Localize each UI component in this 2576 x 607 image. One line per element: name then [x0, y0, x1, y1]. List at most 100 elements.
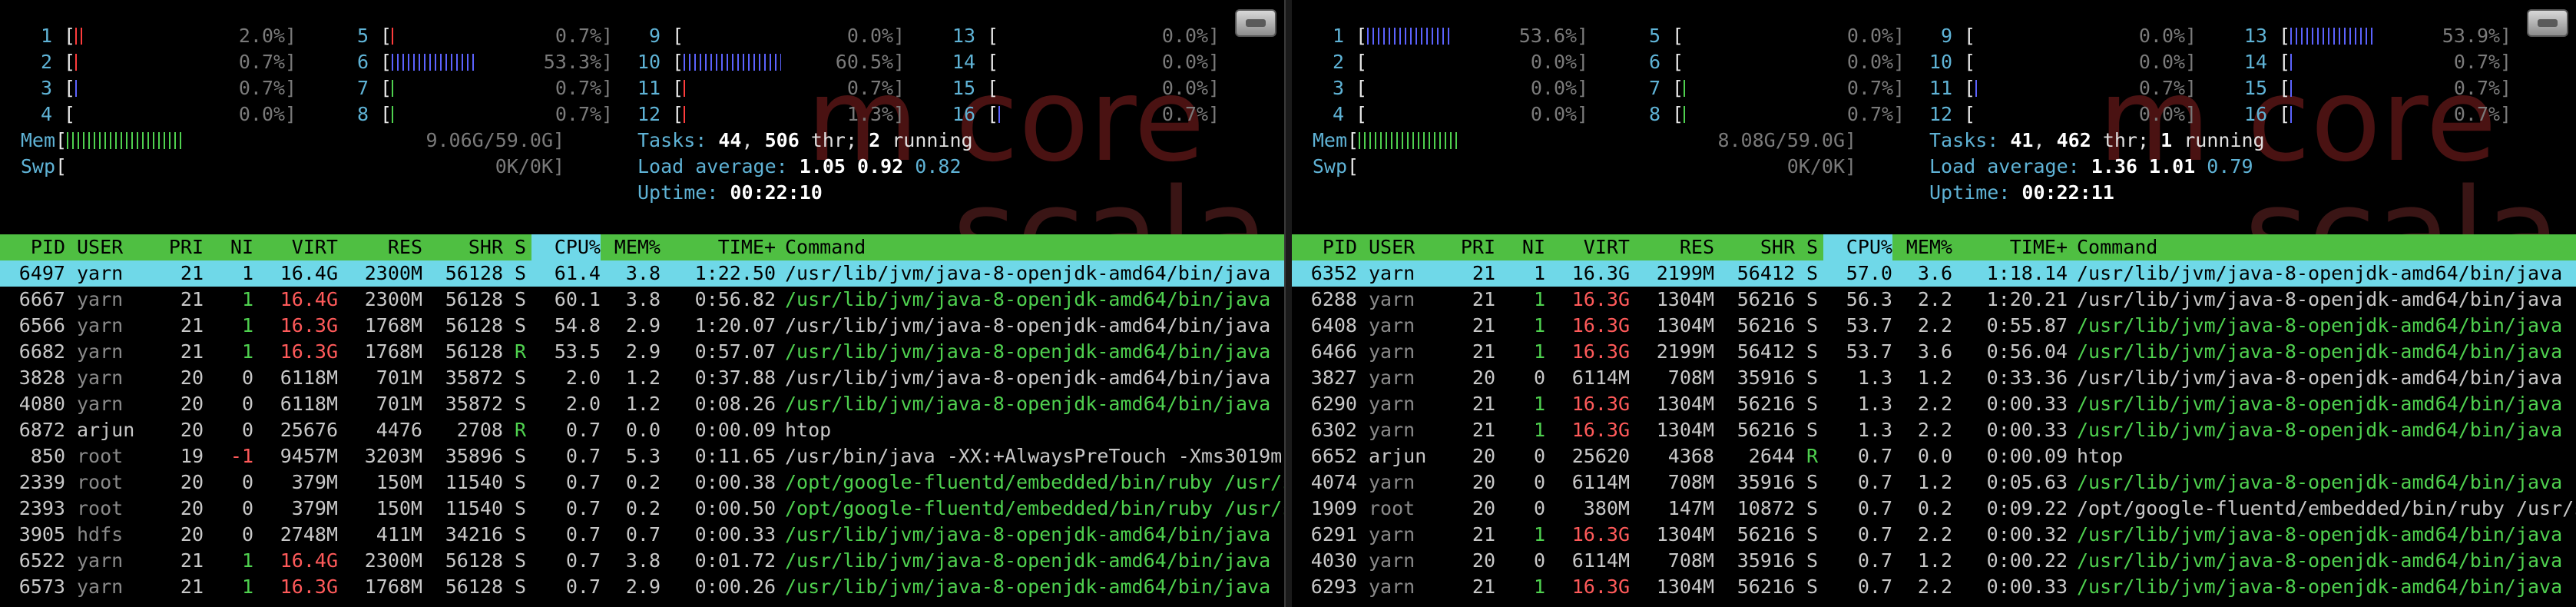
pid-cell: 2393: [18, 497, 65, 519]
process-row[interactable]: 4074 yarn 20 0 6114M 708M 35916 S 0.7 1.2 0:05.63/…: [1292, 469, 2576, 496]
process-row[interactable]: 3828 yarn 20 0 6118M 701M 35872 S 2.0 1.2 0:37.88/…: [0, 365, 1284, 391]
cpu-cell: 1.3: [1857, 393, 1892, 415]
cpu-meter-bar: 0.7%]: [1684, 101, 1906, 128]
process-row[interactable]: 6408 yarn 21 1 16.3G 1304M 56216 S 53.7 2.2 0:55.8…: [1292, 313, 2576, 339]
process-row[interactable]: 6352 yarn 21 1 16.3G 2199M 56412 S 57.0 3.6 1:18.1…: [1292, 260, 2576, 287]
column-header-cpu[interactable]: CPU%: [1823, 234, 1892, 260]
column-header-time[interactable]: TIME+: [661, 234, 776, 260]
command-cell: /usr/lib/jvm/java-8-openjdk-amd64/bin/ja…: [2077, 288, 2576, 310]
cpu-meter-15: 15 [0.0%]: [945, 75, 1221, 101]
cpu-meter-bar: 0.0%]: [1367, 75, 1590, 101]
res-cell: 708M: [1667, 471, 1714, 493]
column-header-cpu[interactable]: CPU%: [531, 234, 601, 260]
column-header-time[interactable]: TIME+: [1952, 234, 2068, 260]
column-header-pid[interactable]: PID: [1292, 234, 1357, 260]
cpu-meter-bar: 0.0%]: [1367, 49, 1590, 75]
process-row[interactable]: 6290 yarn 21 1 16.3G 1304M 56216 S 1.3 2.2 0:00.33…: [1292, 391, 2576, 417]
process-row[interactable]: 6291 yarn 21 1 16.3G 1304M 56216 S 0.7 2.2 0:00.32…: [1292, 522, 2576, 548]
res-cell: 2300M: [364, 262, 422, 284]
cpu-meter-value: 53.3%]: [543, 51, 614, 73]
mem-label: Mem: [1312, 129, 1347, 151]
time-cell: 0:00.26: [694, 575, 776, 598]
column-header-command[interactable]: Command: [785, 234, 1015, 260]
process-row[interactable]: 3905 hdfs 20 0 2748M 411M 34216 S 0.7 0.7 0:00.33/…: [0, 522, 1284, 548]
cpu-meter-value: 1.3%]: [846, 103, 906, 125]
column-header-pri[interactable]: PRI: [1415, 234, 1495, 260]
running-label: running: [2184, 129, 2265, 151]
shr-cell: 56128: [445, 340, 503, 363]
process-row[interactable]: 6522 yarn 21 1 16.4G 2300M 56128 S 0.7 3.8 0:01.72…: [0, 548, 1284, 574]
process-row[interactable]: 4030 yarn 20 0 6114M 708M 35916 S 0.7 1.2 0:00.22/…: [1292, 548, 2576, 574]
time-cell: 0:00.09: [1986, 445, 2068, 467]
cpu-meter-9: 9 [0.0%]: [630, 23, 906, 49]
column-header-res[interactable]: RES: [338, 234, 422, 260]
time-cell: 0:01.72: [694, 549, 776, 572]
cpu-meter-value: 0.0%]: [2138, 103, 2197, 125]
process-row[interactable]: 6573 yarn 21 1 16.3G 1768M 56128 S 0.7 2.9 0:00.26…: [0, 574, 1284, 600]
cpu-meter-bar: 0.7%]: [75, 49, 298, 75]
meter-bracket: [: [1660, 25, 1684, 47]
column-header-mem[interactable]: MEM%: [601, 234, 661, 260]
process-row[interactable]: 6652 arjun 20 0 25620 4368 2644 R 0.7 0.0 0:00.09 h…: [1292, 443, 2576, 469]
column-header-s[interactable]: S: [1806, 234, 1823, 260]
column-header-shr[interactable]: SHR: [1714, 234, 1795, 260]
column-header-res[interactable]: RES: [1630, 234, 1714, 260]
process-row[interactable]: 6667 yarn 21 1 16.4G 2300M 56128 S 60.1 3.8 0:56.8…: [0, 287, 1284, 313]
process-row[interactable]: 850 root 19 -1 9457M 3203M 35896 S 0.7 5.3 0:11.65…: [0, 443, 1284, 469]
column-header-mem[interactable]: MEM%: [1892, 234, 1952, 260]
column-header-virt[interactable]: VIRT: [1545, 234, 1630, 260]
cpu-meter-label: 16: [952, 103, 975, 125]
column-header-command[interactable]: Command: [2077, 234, 2307, 260]
column-header-pri[interactable]: PRI: [123, 234, 204, 260]
uptime: Uptime: 00:22:11: [1929, 180, 2114, 206]
pane-close-button[interactable]: [2527, 9, 2568, 37]
process-row[interactable]: 3827 yarn 20 0 6114M 708M 35916 S 1.3 1.2 0:33.36/…: [1292, 365, 2576, 391]
res-cell: 1768M: [364, 314, 422, 337]
cpu-meter-label: 5: [1648, 25, 1660, 47]
cpu-cell: 0.7: [565, 471, 601, 493]
process-row[interactable]: 6288 yarn 21 1 16.3G 1304M 56216 S 56.3 2.2 1:20.2…: [1292, 287, 2576, 313]
process-row[interactable]: 6872 arjun 20 0 25676 4476 2708 R 0.7 0.0 0:00.09 h…: [0, 417, 1284, 443]
column-header-virt[interactable]: VIRT: [253, 234, 338, 260]
mem-bar: 8.08G/59.0G]: [1359, 128, 1858, 154]
process-row[interactable]: 6497 yarn 21 1 16.4G 2300M 56128 S 61.4 3.8 1:22.5…: [0, 260, 1284, 287]
pid-cell: 6288: [1310, 288, 1357, 310]
column-header-shr[interactable]: SHR: [422, 234, 503, 260]
meter-bracket: [: [1660, 103, 1684, 125]
column-header-pid[interactable]: PID: [0, 234, 65, 260]
process-row[interactable]: 6302 yarn 21 1 16.3G 1304M 56216 S 1.3 2.2 0:00.33…: [1292, 417, 2576, 443]
virt-cell: 25620: [1571, 445, 1630, 467]
virt-cell: 6118M: [280, 367, 338, 389]
pane-close-button[interactable]: [1235, 9, 1276, 37]
virt-cell: 6114M: [1571, 549, 1630, 572]
cpu-meter-4: 4 [0.0%]: [22, 101, 298, 128]
process-row[interactable]: 1909 root 20 0 380M 147M 10872 S 0.7 0.2 0:09.22/o…: [1292, 496, 2576, 522]
column-header-ni[interactable]: NI: [204, 234, 253, 260]
process-row[interactable]: 4080 yarn 20 0 6118M 701M 35872 S 2.0 1.2 0:08.26/…: [0, 391, 1284, 417]
cpu-cell: 1.3: [1857, 367, 1892, 389]
cpu-meter-label: 7: [1648, 77, 1660, 99]
process-row[interactable]: 6682 yarn 21 1 16.3G 1768M 56128 R 53.5 2.9 0:57.0…: [0, 339, 1284, 365]
cpu-meter-label: 6: [356, 51, 369, 73]
cpu-meter-label: 5: [356, 25, 369, 47]
pid-cell: 6293: [1310, 575, 1357, 598]
process-row[interactable]: 6566 yarn 21 1 16.3G 1768M 56128 S 54.8 2.9 1:20.0…: [0, 313, 1284, 339]
process-row[interactable]: 2339 root 20 0 379M 150M 11540 S 0.7 0.2 0:00.38/o…: [0, 469, 1284, 496]
meter-bracket: [: [1952, 25, 1976, 47]
htop-pane-left[interactable]: m core scala 1 [2.0%] 2 [0.7%] 3 [0.7%] 4 [0.…: [0, 0, 1284, 607]
pid-cell: 6466: [1310, 340, 1357, 363]
shr-cell: 56216: [1737, 314, 1795, 337]
cpu-meter-value: 0.0%]: [846, 25, 906, 47]
process-row[interactable]: 2393 root 20 0 379M 150M 11540 S 0.7 0.2 0:00.50/o…: [0, 496, 1284, 522]
time-cell: 0:00.33: [1986, 393, 2068, 415]
time-cell: 0:00.33: [694, 523, 776, 546]
column-header-ni[interactable]: NI: [1495, 234, 1545, 260]
process-row[interactable]: 6466 yarn 21 1 16.3G 2199M 56412 S 53.7 3.6 0:56.0…: [1292, 339, 2576, 365]
res-cell: 1768M: [364, 340, 422, 363]
cpu-meter-value: 0.7%]: [238, 51, 297, 73]
htop-pane-right[interactable]: m core scala 1 [53.6%] 2 [0.0%] 3 [0.0%] 4 [0…: [1292, 0, 2576, 607]
column-header-s[interactable]: S: [515, 234, 531, 260]
process-row[interactable]: 6293 yarn 21 1 16.3G 1304M 56216 S 0.7 2.2 0:00.33…: [1292, 574, 2576, 600]
virt-cell: 16.4G: [280, 262, 338, 284]
time-cell: 1:22.50: [694, 262, 776, 284]
